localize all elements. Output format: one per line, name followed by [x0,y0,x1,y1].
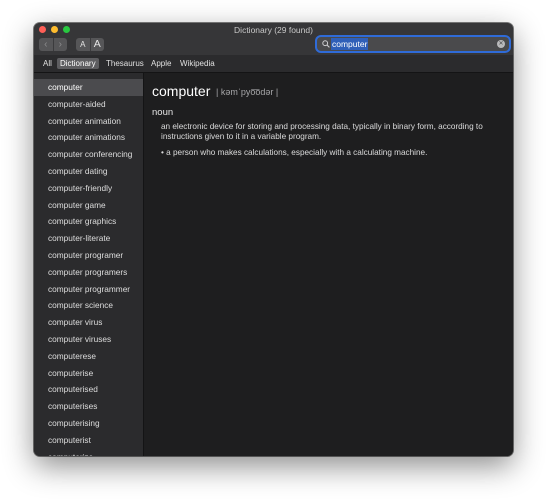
result-item[interactable]: computerize [34,449,143,456]
result-item[interactable]: computer dating [34,163,143,180]
result-item[interactable]: computer programer [34,247,143,264]
definition-pane: computer | kəmˈpyo͞odər | noun an electr… [144,73,513,456]
scope-dictionary[interactable]: Dictionary [57,58,99,69]
search-icon [322,40,330,48]
scope-all[interactable]: All [40,58,55,69]
result-item[interactable]: computerised [34,381,143,398]
forward-button[interactable]: › [52,38,68,51]
result-item[interactable]: computer-friendly [34,180,143,197]
result-item[interactable]: computerist [34,432,143,449]
results-list: computer computer-aided computer animati… [34,79,143,456]
scope-thesaurus[interactable]: Thesaurus [103,58,147,69]
result-item[interactable]: computer-literate [34,230,143,247]
result-item[interactable]: computer programmer [34,281,143,298]
result-item[interactable]: computer programers [34,264,143,281]
result-item[interactable]: computer viruses [34,331,143,348]
search-field[interactable]: computer ✕ [317,37,509,51]
result-item-selected[interactable]: computer [34,79,143,96]
window-title: Dictionary (29 found) [234,25,313,35]
entry-pronunciation: | kəmˈpyo͞odər | [216,87,279,97]
result-item[interactable]: computerising [34,415,143,432]
result-item[interactable]: computerise [34,365,143,382]
navigation-buttons: ‹ › [39,38,67,51]
dictionary-window: Dictionary (29 found) ‹ › A A computer ✕… [34,23,513,456]
scope-bar: All Dictionary Thesaurus Apple Wikipedia [34,55,513,73]
result-item[interactable]: computer virus [34,314,143,331]
result-item[interactable]: computerises [34,398,143,415]
entry-definition-2: • a person who makes calculations, espec… [161,148,428,157]
decrease-font-button[interactable]: A [76,38,90,51]
result-item[interactable]: computer science [34,297,143,314]
entry-definition-1: an electronic device for storing and pro… [161,122,483,141]
results-sidebar: computer computer-aided computer animati… [34,73,144,456]
result-item[interactable]: computer animation [34,113,143,130]
entry-part-of-speech: noun [152,107,174,118]
scope-apple[interactable]: Apple [148,58,174,69]
result-item[interactable]: computer animations [34,129,143,146]
result-item[interactable]: computer game [34,197,143,214]
entry-headword: computer [152,83,211,99]
result-item[interactable]: computer conferencing [34,146,143,163]
result-item[interactable]: computerese [34,348,143,365]
font-size-buttons: A A [76,38,104,51]
search-query-text[interactable]: computer [331,38,369,50]
scope-wikipedia[interactable]: Wikipedia [177,58,218,69]
result-item[interactable]: computer graphics [34,213,143,230]
back-button[interactable]: ‹ [39,38,53,51]
clear-search-icon[interactable]: ✕ [497,40,505,48]
title-bar: Dictionary (29 found) ‹ › A A computer ✕ [34,23,513,55]
increase-font-button[interactable]: A [89,38,105,51]
result-item[interactable]: computer-aided [34,96,143,113]
